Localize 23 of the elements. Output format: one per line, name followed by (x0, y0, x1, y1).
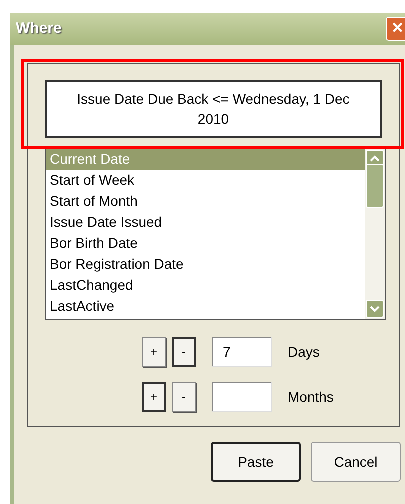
dialog-button[interactable]: Paste (211, 442, 301, 482)
number-field[interactable] (212, 382, 272, 412)
unit-label: Months (288, 388, 334, 406)
list-item[interactable]: Bor Registration Date (46, 254, 365, 275)
list-item[interactable]: Start of Week (46, 170, 365, 191)
minus-button[interactable]: - (172, 337, 196, 367)
list-item[interactable]: LastActive (46, 296, 365, 317)
scroll-thumb[interactable] (366, 164, 384, 208)
dialog-button[interactable]: Cancel (311, 442, 401, 482)
window-title: Where (16, 18, 62, 39)
plus-button[interactable]: + (142, 337, 166, 367)
list-item[interactable]: Bor Birth Date (46, 233, 365, 254)
unit-label: Days (288, 342, 320, 362)
minus-button[interactable]: - (172, 382, 196, 412)
scroll-down-icon[interactable] (366, 300, 384, 318)
list-item[interactable]: LastChanged (46, 275, 365, 296)
number-field[interactable]: 7 (212, 337, 272, 367)
expression-text: Issue Date Due Back <= Wednesday, 1 Dec 2010 (45, 80, 382, 138)
close-button[interactable]: ✕ (386, 17, 405, 41)
plus-button[interactable]: + (142, 382, 166, 412)
list-item[interactable]: Issue Date Issued (46, 212, 365, 233)
list-item[interactable]: Start of Month (46, 191, 365, 212)
scrollbar[interactable] (365, 149, 385, 319)
